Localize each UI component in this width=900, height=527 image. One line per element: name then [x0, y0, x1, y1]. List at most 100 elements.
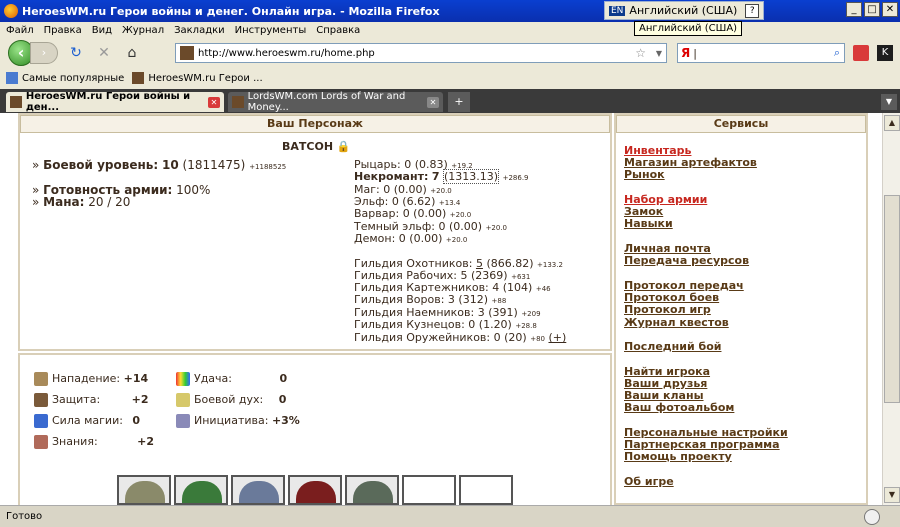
menu-bookmarks[interactable]: Закладки	[174, 25, 225, 36]
menu-history[interactable]: Журнал	[122, 25, 164, 36]
search-input[interactable]: |	[693, 47, 697, 60]
creature-image	[182, 481, 222, 503]
initiative-icon	[176, 414, 190, 428]
army-slot[interactable]	[117, 475, 171, 505]
army-slot-empty[interactable]	[459, 475, 513, 505]
online-icon: 🔒	[336, 140, 351, 153]
lang-code: EN	[609, 5, 626, 16]
adblock-icon[interactable]	[853, 45, 869, 61]
page-content: Ваш Персонаж Сервисы ВАТСОН 🔒 » Боевой у…	[0, 113, 882, 505]
vertical-scrollbar[interactable]: ▲ ▼	[882, 113, 900, 505]
menu-file[interactable]: Файл	[6, 25, 34, 36]
menu-edit[interactable]: Правка	[44, 25, 82, 36]
new-tab-button[interactable]: +	[448, 92, 470, 112]
site-favicon	[180, 46, 194, 60]
forward-arrow-icon[interactable]: ›	[30, 42, 58, 64]
character-name: ВАТСОН 🔒	[282, 140, 351, 153]
language-indicator[interactable]: EN Английский (США) ?	[604, 1, 765, 20]
security-icon[interactable]	[864, 509, 880, 525]
home-icon[interactable]: ⌂	[122, 43, 142, 63]
combat-level: » Боевой уровень: 10 (1811475) +1188525	[32, 158, 287, 172]
minimize-icon[interactable]: _	[846, 2, 862, 17]
reload-icon[interactable]: ↻	[66, 43, 86, 63]
bookmark-star-icon[interactable]: ☆	[635, 46, 646, 60]
guild-row: Гильдия Кузнецов: 0 (1.20) +28.8	[354, 318, 537, 331]
folder-icon	[6, 72, 18, 84]
menu-view[interactable]: Вид	[92, 25, 112, 36]
tab-strip: HeroesWM.ru Герои войны и ден... ✕ Lords…	[0, 89, 900, 113]
faction-row: Некромант: 7 (1313.13) +286.9	[354, 169, 529, 184]
rainbow-icon	[176, 372, 190, 386]
attack-icon	[34, 372, 48, 386]
service-link[interactable]: Передача ресурсов	[624, 254, 749, 267]
url-text[interactable]: http://www.heroeswm.ru/home.php	[198, 48, 375, 59]
search-bar[interactable]: Я | ⌕	[677, 43, 845, 63]
army-slot-empty[interactable]	[402, 475, 456, 505]
stat-spellpower: Сила магии: 0	[34, 414, 140, 428]
stat-knowledge: Знания: +2	[34, 435, 154, 449]
army-slot[interactable]	[345, 475, 399, 505]
tab-favicon	[232, 96, 244, 108]
stat-initiative: Инициатива: +3%	[176, 414, 300, 428]
tab-heroeswm[interactable]: HeroesWM.ru Герои войны и ден... ✕	[6, 91, 224, 113]
faction-row: Демон: 0 (0.00) +20.0	[354, 232, 468, 245]
creature-image	[125, 481, 165, 503]
knowledge-icon	[34, 435, 48, 449]
maximize-icon[interactable]: □	[864, 2, 880, 17]
creature-image	[296, 481, 336, 503]
lang-name: Английский (США)	[629, 4, 738, 17]
defense-icon	[34, 393, 48, 407]
services-title: Сервисы	[616, 115, 866, 133]
menu-tools[interactable]: Инструменты	[235, 25, 307, 36]
tab-close-icon[interactable]: ✕	[427, 96, 439, 108]
search-icon[interactable]: ⌕	[834, 46, 840, 60]
window-controls: _ □ ✕	[846, 2, 898, 17]
service-link[interactable]: Об игре	[624, 475, 674, 488]
scroll-thumb[interactable]	[884, 195, 900, 403]
language-tooltip: Английский (США)	[634, 21, 743, 36]
bookmark-most-visited[interactable]: Самые популярные	[6, 72, 124, 84]
service-link[interactable]: Рынок	[624, 168, 665, 181]
service-link[interactable]: Журнал квестов	[624, 316, 729, 329]
army-slot[interactable]	[231, 475, 285, 505]
scroll-down-icon[interactable]: ▼	[884, 487, 900, 503]
service-link[interactable]: Помощь проекту	[624, 450, 732, 463]
extension-icon[interactable]: K	[877, 45, 893, 61]
tab-close-icon[interactable]: ✕	[208, 96, 220, 108]
mana: » Мана: 20 / 20	[32, 195, 131, 209]
service-link[interactable]: Навыки	[624, 217, 673, 230]
url-dropdown-icon[interactable]: ▼	[656, 49, 662, 58]
stat-luck: Удача: 0	[176, 372, 287, 386]
service-link[interactable]: Ваш фотоальбом	[624, 401, 734, 414]
help-icon[interactable]: ?	[745, 3, 760, 18]
guild-row: Гильдия Воров: 3 (312) +88	[354, 293, 507, 306]
army-slot[interactable]	[174, 475, 228, 505]
status-bar: Готово	[0, 505, 900, 527]
scroll-up-icon[interactable]: ▲	[884, 115, 900, 131]
char-panel-title: Ваш Персонаж	[20, 115, 610, 133]
stat-attack: Нападение: +14	[34, 372, 148, 386]
menu-help[interactable]: Справка	[316, 25, 360, 36]
address-bar[interactable]: http://www.heroeswm.ru/home.php ☆ ▼	[175, 43, 667, 63]
tab-list-icon[interactable]: ▼	[881, 94, 897, 110]
bookmarks-bar: Самые популярные HeroesWM.ru Герои ...	[0, 67, 900, 89]
firefox-icon	[4, 4, 18, 18]
tab-favicon	[10, 96, 22, 108]
tab-lordswm[interactable]: LordsWM.com Lords of War and Money... ✕	[228, 91, 443, 113]
site-icon	[132, 72, 145, 84]
close-icon[interactable]: ✕	[882, 2, 898, 17]
creature-image	[239, 481, 279, 503]
add-guild-button[interactable]: (+)	[548, 331, 566, 344]
stat-defense: Защита: +2	[34, 393, 149, 407]
status-text: Готово	[6, 511, 43, 522]
guild-row: Гильдия Оружейников: 0 (20) +80 (+)	[354, 331, 567, 344]
stop-icon[interactable]: ✕	[94, 43, 114, 63]
menu-bar: Файл Правка Вид Журнал Закладки Инструме…	[0, 22, 900, 39]
stat-morale: Боевой дух: 0	[176, 393, 286, 407]
bookmark-heroeswm[interactable]: HeroesWM.ru Герои ...	[132, 72, 263, 84]
service-link[interactable]: Протокол игр	[624, 303, 711, 316]
service-link[interactable]: Последний бой	[624, 340, 721, 353]
search-engine-icon[interactable]: Я	[681, 46, 690, 60]
army-slot[interactable]	[288, 475, 342, 505]
creature-image	[353, 481, 393, 503]
